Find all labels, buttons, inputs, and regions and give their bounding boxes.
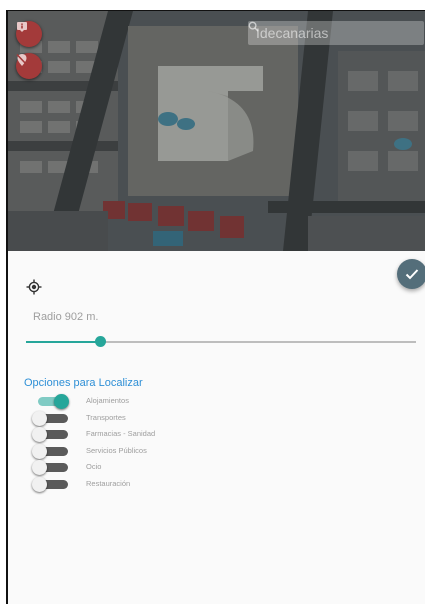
satellite-map[interactable] <box>8 11 425 251</box>
option-label: Servicios Públicos <box>86 445 147 455</box>
toggle-transportes[interactable] <box>32 410 70 426</box>
search-icon <box>248 21 259 32</box>
radius-slider-fill <box>26 341 101 343</box>
radius-slider-thumb[interactable] <box>95 336 107 347</box>
info-marker-button[interactable] <box>16 21 42 47</box>
options-panel: Radio 902 m. Opciones para Localizar Alo… <box>8 251 425 604</box>
option-restauracion: Restauración <box>32 475 232 492</box>
radius-slider[interactable] <box>26 334 416 350</box>
my-location-icon <box>26 279 42 295</box>
toggle-farmacias-sanidad[interactable] <box>32 427 70 442</box>
toggle-alojamientos[interactable] <box>32 394 70 409</box>
location-options-list: Alojamientos Transportes Farmacias - San… <box>32 392 232 492</box>
toggle-servicios-publicos[interactable] <box>32 443 70 459</box>
location-off-icon <box>16 53 28 66</box>
confirm-button[interactable] <box>397 259 425 289</box>
radius-label: Radio 902 m. <box>33 311 99 323</box>
option-label: Alojamientos <box>86 396 129 405</box>
option-ocio: Ocio <box>32 458 232 475</box>
toggle-restauracion[interactable] <box>32 476 70 492</box>
map-search-box[interactable] <box>248 21 424 45</box>
section-title: Opciones para Localizar <box>24 377 143 389</box>
info-marker-icon <box>17 22 27 32</box>
option-label: Transportes <box>86 412 126 422</box>
app-frame: Radio 902 m. Opciones para Localizar Alo… <box>6 10 425 604</box>
my-location-button[interactable] <box>24 277 44 297</box>
location-off-button[interactable] <box>16 53 42 79</box>
option-label: Ocio <box>86 462 102 471</box>
check-icon <box>405 269 419 280</box>
option-farmacias-sanidad: Farmacias - Sanidad <box>32 425 232 442</box>
toggle-ocio[interactable] <box>32 460 70 475</box>
option-transportes: Transportes <box>32 409 232 426</box>
option-label: Farmacias - Sanidad <box>86 429 156 438</box>
option-label: Restauración <box>86 478 131 488</box>
option-servicios-publicos: Servicios Públicos <box>32 442 232 459</box>
option-alojamientos: Alojamientos <box>32 392 232 409</box>
map-overlay <box>8 11 425 251</box>
search-input[interactable] <box>252 25 406 41</box>
